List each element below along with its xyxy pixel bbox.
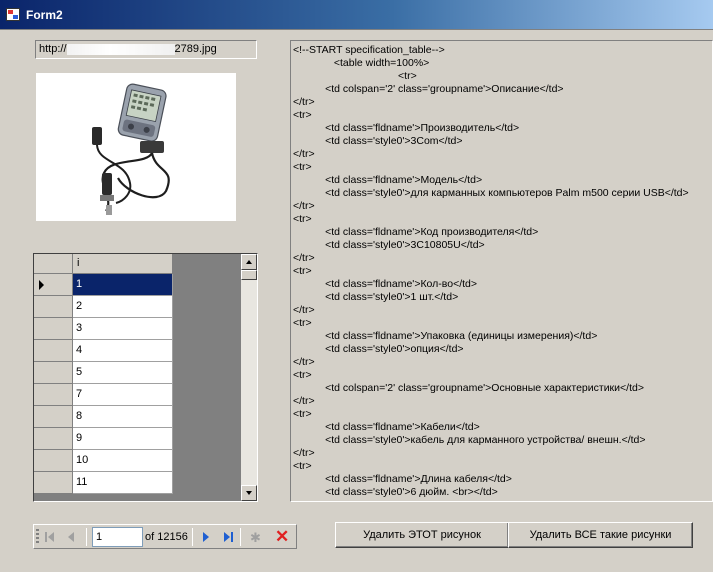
delete-all-images-button[interactable]: Удалить ВСЕ такие рисунки xyxy=(508,522,693,548)
image-url-field[interactable]: http:// 2789.jpg xyxy=(35,40,257,59)
code-line: <tr> xyxy=(293,70,417,82)
url-prefix: http:// xyxy=(39,43,67,55)
table-row[interactable]: 10 xyxy=(34,450,174,472)
table-row[interactable]: 4 xyxy=(34,340,174,362)
table-cell[interactable]: 10 xyxy=(73,450,173,472)
code-line: <tr> xyxy=(293,161,312,173)
separator xyxy=(86,528,87,546)
last-icon[interactable] xyxy=(218,529,236,545)
code-line: <td class='style0'>для карманных компьют… xyxy=(293,187,689,199)
url-redaction xyxy=(66,43,175,55)
separator xyxy=(192,528,193,546)
code-line: <table width=100%> xyxy=(293,57,430,69)
specification-html-textbox[interactable]: <!--START specification_table--> <table … xyxy=(290,40,713,502)
table-cell[interactable]: 2 xyxy=(73,296,173,318)
code-line: <td class='fldname'>Код производителя</t… xyxy=(293,226,539,238)
add-icon[interactable]: ✱ xyxy=(247,529,265,545)
code-line: </tr> xyxy=(293,148,315,160)
code-line: <td class='fldname'>Производитель</td> xyxy=(293,122,520,134)
code-line: <tr> xyxy=(293,369,312,381)
table-row[interactable]: 7 xyxy=(34,384,174,406)
code-line: <td class='style0'>кабель для карманного… xyxy=(293,434,646,446)
scroll-thumb[interactable] xyxy=(241,270,257,280)
table-cell[interactable]: 7 xyxy=(73,384,173,406)
binding-navigator: of 12156 ✱ ✕ xyxy=(33,524,297,549)
code-line: </tr> xyxy=(293,200,315,212)
scroll-up-icon[interactable] xyxy=(241,254,257,270)
row-header[interactable] xyxy=(34,296,73,318)
code-line: <tr> xyxy=(293,213,312,225)
column-header-i[interactable]: i xyxy=(73,254,173,274)
code-line: <td colspan='2' class='groupname'>Описан… xyxy=(293,83,564,95)
table-row[interactable]: 9 xyxy=(34,428,174,450)
code-line: </tr> xyxy=(293,304,315,316)
prev-icon[interactable] xyxy=(62,529,80,545)
window-title: Form2 xyxy=(26,8,63,22)
code-line: <td class='fldname'>Кабели</td> xyxy=(293,421,480,433)
code-line: <tr> xyxy=(293,265,312,277)
code-line: </tr> xyxy=(293,395,315,407)
delete-icon[interactable]: ✕ xyxy=(272,527,290,546)
table-cell[interactable]: 8 xyxy=(73,406,173,428)
code-line: <td class='style0'>1 шт.</td> xyxy=(293,291,459,303)
row-header[interactable] xyxy=(34,428,73,450)
code-line: <tr> xyxy=(293,109,312,121)
next-icon[interactable] xyxy=(197,529,215,545)
table-row[interactable]: 8 xyxy=(34,406,174,428)
table-row[interactable]: 5 xyxy=(34,362,174,384)
code-line: <td class='style0'>3Com</td> xyxy=(293,135,463,147)
code-line: <tr> xyxy=(293,317,312,329)
first-icon[interactable] xyxy=(42,529,60,545)
table-cell[interactable]: 11 xyxy=(73,472,173,494)
table-cell[interactable]: 9 xyxy=(73,428,173,450)
scroll-down-icon[interactable] xyxy=(241,485,257,501)
separator xyxy=(240,528,241,546)
position-input[interactable] xyxy=(92,527,143,547)
row-header[interactable] xyxy=(34,362,73,384)
code-line: </tr> xyxy=(293,356,315,368)
code-line: </tr> xyxy=(293,96,315,108)
code-line: <!--START specification_table--> xyxy=(293,44,445,56)
row-header[interactable] xyxy=(34,274,73,296)
grid-vertical-scrollbar[interactable] xyxy=(241,254,257,501)
code-line: <td class='style0'>3C10805U</td> xyxy=(293,239,485,251)
code-line: <td class='fldname'>Модель</td> xyxy=(293,174,483,186)
record-count: of 12156 xyxy=(145,531,188,543)
code-line: <td class='fldname'>Упаковка (единицы из… xyxy=(293,330,598,342)
code-line: </tr> xyxy=(293,252,315,264)
data-grid[interactable]: i 1 2 3 4 5 7 8 9 10 11 xyxy=(33,253,258,502)
grid-corner-header[interactable] xyxy=(34,254,73,274)
code-line: <td class='style0'>6 дюйм. <br></td> xyxy=(293,486,498,498)
row-header[interactable] xyxy=(34,318,73,340)
grip-icon[interactable] xyxy=(36,529,39,545)
url-suffix: 2789.jpg xyxy=(174,43,217,55)
code-line: <td class='style0'>опция</td> xyxy=(293,343,464,355)
code-line: <tr> xyxy=(293,460,312,472)
code-line: <td class='fldname'>Кол-во</td> xyxy=(293,278,478,290)
table-row[interactable]: 2 xyxy=(34,296,174,318)
table-row[interactable]: 11 xyxy=(34,472,174,494)
app-icon[interactable] xyxy=(6,8,20,21)
code-text: <!--START specification_table--> <table … xyxy=(293,44,712,501)
table-row[interactable]: 1 xyxy=(34,274,174,296)
code-line: </tr> xyxy=(293,447,315,459)
delete-this-image-button[interactable]: Удалить ЭТОТ рисунок xyxy=(335,522,509,548)
row-header[interactable] xyxy=(34,406,73,428)
table-cell[interactable]: 1 xyxy=(73,274,173,296)
table-cell[interactable]: 3 xyxy=(73,318,173,340)
table-row[interactable]: 3 xyxy=(34,318,174,340)
code-line: <td class='fldname'>Длина кабеля</td> xyxy=(293,473,512,485)
row-header[interactable] xyxy=(34,472,73,494)
current-row-indicator-icon xyxy=(39,280,44,290)
product-image xyxy=(36,73,236,221)
table-cell[interactable]: 4 xyxy=(73,340,173,362)
code-line: <td colspan='2' class='groupname'>Основн… xyxy=(293,382,644,394)
code-line: <tr> xyxy=(293,408,312,420)
device-photo xyxy=(92,83,170,215)
row-header[interactable] xyxy=(34,340,73,362)
row-header[interactable] xyxy=(34,384,73,406)
table-cell[interactable]: 5 xyxy=(73,362,173,384)
title-bar: Form2 xyxy=(0,0,713,30)
row-header[interactable] xyxy=(34,450,73,472)
